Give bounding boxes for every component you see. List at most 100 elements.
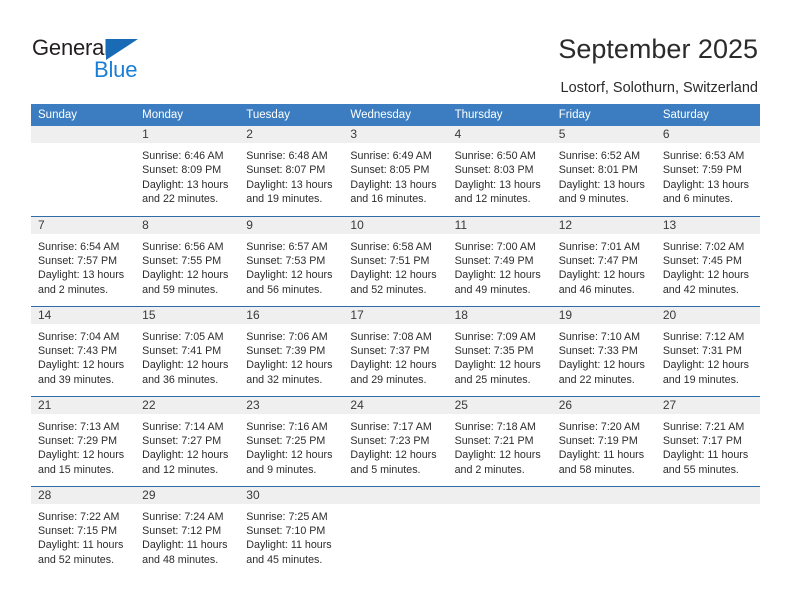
- calendar-body: 1 Sunrise: 6:46 AM Sunset: 8:09 PM Daylight…: [31, 126, 760, 576]
- sunset-text: Sunset: 7:43 PM: [38, 344, 118, 357]
- calendar-day-cell[interactable]: 8 Sunrise: 6:56 AM Sunset: 7:55 PM Daylight…: [135, 215, 240, 306]
- calendar-day-cell[interactable]: 30 Sunrise: 7:25 AM Sunset: 7:10 PM Dayligh…: [239, 485, 344, 576]
- day-number: 19: [551, 306, 656, 324]
- sunset-text: Sunset: 7:31 PM: [662, 344, 742, 357]
- sunset-text: Sunset: 7:19 PM: [558, 434, 638, 447]
- sunrise-text: Sunrise: 7:02 AM: [662, 240, 745, 253]
- day-details: Sunrise: 7:18 AM Sunset: 7:21 PM Daylight:…: [448, 414, 552, 478]
- calendar-day-cell[interactable]: 26 Sunrise: 7:20 AM Sunset: 7:19 PM Dayligh…: [551, 395, 656, 486]
- calendar-day-cell[interactable]: 19 Sunrise: 7:10 AM Sunset: 7:33 PM Dayligh…: [551, 305, 656, 396]
- daylight-text-line1: Daylight: 12 hours: [142, 359, 229, 372]
- day-number: 4: [447, 126, 552, 143]
- day-number: 24: [343, 396, 448, 414]
- calendar-day-cell[interactable]: 14 Sunrise: 7:04 AM Sunset: 7:43 PM Dayligh…: [31, 305, 136, 396]
- calendar-day-cell[interactable]: 15 Sunrise: 7:05 AM Sunset: 7:41 PM Dayligh…: [135, 305, 240, 396]
- weekday-header-wednesday: Wednesday: [343, 104, 448, 126]
- sunset-text: Sunset: 7:37 PM: [350, 344, 430, 357]
- page-header: General Blue September 2025 Lostorf, Sol…: [0, 0, 792, 104]
- weekday-header-tuesday: Tuesday: [239, 104, 344, 126]
- day-number: [447, 486, 552, 504]
- calendar-day-cell[interactable]: 11 Sunrise: 7:00 AM Sunset: 7:49 PM Dayligh…: [447, 215, 552, 306]
- daylight-text-line1: Daylight: 11 hours: [142, 539, 228, 552]
- calendar-day-cell[interactable]: 17 Sunrise: 7:08 AM Sunset: 7:37 PM Dayligh…: [343, 305, 448, 396]
- calendar-day-cell[interactable]: 18 Sunrise: 7:09 AM Sunset: 7:35 PM Dayligh…: [447, 305, 552, 396]
- calendar-day-cell[interactable]: 10 Sunrise: 6:58 AM Sunset: 7:51 PM Dayligh…: [343, 215, 448, 306]
- sunset-text: Sunset: 7:57 PM: [38, 254, 118, 267]
- day-number: 8: [135, 216, 240, 234]
- sunrise-text: Sunrise: 7:10 AM: [558, 330, 641, 343]
- daylight-text-line1: Daylight: 12 hours: [38, 359, 125, 372]
- daylight-text-line2: and 19 minutes.: [246, 193, 323, 206]
- calendar-day-cell[interactable]: 28 Sunrise: 7:22 AM Sunset: 7:15 PM Dayligh…: [31, 485, 136, 576]
- daylight-text-line1: Daylight: 12 hours: [246, 359, 333, 372]
- page-subtitle-location: Lostorf, Solothurn, Switzerland: [560, 80, 758, 96]
- daylight-text-line1: Daylight: 11 hours: [558, 449, 645, 462]
- daylight-text-line2: and 12 minutes.: [142, 463, 219, 476]
- day-details: Sunrise: 6:58 AM Sunset: 7:51 PM Daylight:…: [343, 234, 447, 298]
- day-number: [343, 486, 448, 504]
- calendar-day-cell[interactable]: 12 Sunrise: 7:01 AM Sunset: 7:47 PM Dayligh…: [551, 215, 656, 306]
- sunrise-text: Sunrise: 6:46 AM: [142, 150, 224, 162]
- daylight-text-line2: and 48 minutes.: [142, 553, 219, 566]
- sunrise-text: Sunrise: 7:16 AM: [246, 420, 328, 433]
- day-number: 20: [655, 306, 760, 324]
- calendar-day-cell[interactable]: 16 Sunrise: 7:06 AM Sunset: 7:39 PM Dayligh…: [239, 305, 344, 396]
- sunrise-text: Sunrise: 7:04 AM: [38, 330, 120, 343]
- sunset-text: Sunset: 7:45 PM: [662, 254, 742, 267]
- calendar-day-cell[interactable]: 25 Sunrise: 7:18 AM Sunset: 7:21 PM Dayligh…: [447, 395, 552, 486]
- daylight-text-line1: Daylight: 12 hours: [454, 359, 541, 372]
- sunrise-text: Sunrise: 6:53 AM: [662, 150, 745, 162]
- calendar-day-cell[interactable]: 13 Sunrise: 7:02 AM Sunset: 7:45 PM Dayligh…: [655, 215, 760, 306]
- calendar-day-cell[interactable]: 7 Sunrise: 6:54 AM Sunset: 7:57 PM Daylight…: [31, 215, 136, 306]
- sunset-text: Sunset: 7:17 PM: [662, 434, 742, 447]
- sunrise-text: Sunrise: 7:22 AM: [38, 510, 120, 523]
- calendar-day-cell[interactable]: 27 Sunrise: 7:21 AM Sunset: 7:17 PM Dayligh…: [655, 395, 760, 486]
- daylight-text-line2: and 46 minutes.: [558, 283, 635, 296]
- daylight-text-line2: and 58 minutes.: [558, 463, 635, 476]
- sunrise-text: Sunrise: 7:18 AM: [454, 420, 536, 433]
- calendar-day-cell[interactable]: 4 Sunrise: 6:50 AM Sunset: 8:03 PM Daylight…: [447, 126, 552, 216]
- daylight-text-line1: Daylight: 11 hours: [38, 539, 124, 552]
- sunrise-text: Sunrise: 6:48 AM: [246, 150, 328, 162]
- calendar-week-row: 14 Sunrise: 7:04 AM Sunset: 7:43 PM Dayligh…: [31, 305, 760, 396]
- daylight-text-line2: and 59 minutes.: [142, 283, 219, 296]
- day-number: 2: [239, 126, 344, 143]
- calendar-day-cell[interactable]: 23 Sunrise: 7:16 AM Sunset: 7:25 PM Dayligh…: [239, 395, 344, 486]
- day-details: Sunrise: 7:00 AM Sunset: 7:49 PM Daylight:…: [448, 234, 552, 298]
- day-number: 12: [551, 216, 656, 234]
- sunrise-text: Sunrise: 7:20 AM: [558, 420, 641, 433]
- daylight-text-line2: and 2 minutes.: [38, 283, 109, 296]
- sunset-text: Sunset: 7:25 PM: [246, 434, 326, 447]
- calendar-day-cell[interactable]: 21 Sunrise: 7:13 AM Sunset: 7:29 PM Dayligh…: [31, 395, 136, 486]
- calendar-day-cell[interactable]: 24 Sunrise: 7:17 AM Sunset: 7:23 PM Dayligh…: [343, 395, 448, 486]
- sunset-text: Sunset: 8:07 PM: [246, 164, 326, 177]
- sunrise-text: Sunrise: 7:12 AM: [662, 330, 745, 343]
- sunset-text: Sunset: 8:01 PM: [558, 164, 638, 177]
- calendar-day-cell[interactable]: 22 Sunrise: 7:14 AM Sunset: 7:27 PM Dayligh…: [135, 395, 240, 486]
- daylight-text-line1: Daylight: 11 hours: [662, 449, 749, 462]
- calendar-day-cell[interactable]: 5 Sunrise: 6:52 AM Sunset: 8:01 PM Daylight…: [551, 126, 656, 216]
- day-number: 27: [655, 396, 760, 414]
- day-number: 11: [447, 216, 552, 234]
- day-details: Sunrise: 6:54 AM Sunset: 7:57 PM Daylight:…: [31, 234, 135, 298]
- calendar-day-cell[interactable]: 6 Sunrise: 6:53 AM Sunset: 7:59 PM Daylight…: [655, 126, 760, 216]
- sunrise-text: Sunrise: 7:01 AM: [558, 240, 641, 253]
- calendar-header-row: Sunday Monday Tuesday Wednesday Thursday…: [31, 104, 760, 126]
- day-number: [551, 486, 656, 504]
- calendar-day-cell[interactable]: 29 Sunrise: 7:24 AM Sunset: 7:12 PM Dayligh…: [135, 485, 240, 576]
- daylight-text-line1: Daylight: 13 hours: [350, 178, 437, 191]
- daylight-text-line1: Daylight: 13 hours: [662, 178, 749, 191]
- sunset-text: Sunset: 7:15 PM: [38, 524, 118, 537]
- daylight-text-line1: Daylight: 13 hours: [38, 269, 125, 282]
- daylight-text-line1: Daylight: 13 hours: [454, 178, 541, 191]
- calendar-day-cell[interactable]: 9 Sunrise: 6:57 AM Sunset: 7:53 PM Daylight…: [239, 215, 344, 306]
- sunrise-text: Sunrise: 6:52 AM: [558, 150, 641, 162]
- calendar-day-cell[interactable]: 1 Sunrise: 6:46 AM Sunset: 8:09 PM Daylight…: [135, 126, 240, 216]
- daylight-text-line2: and 52 minutes.: [38, 553, 115, 566]
- calendar-day-cell[interactable]: 2 Sunrise: 6:48 AM Sunset: 8:07 PM Daylight…: [239, 126, 344, 216]
- calendar-day-cell[interactable]: 20 Sunrise: 7:12 AM Sunset: 7:31 PM Dayligh…: [655, 305, 760, 396]
- day-details: Sunrise: 7:22 AM Sunset: 7:15 PM Daylight:…: [31, 504, 135, 568]
- calendar-day-cell[interactable]: 3 Sunrise: 6:49 AM Sunset: 8:05 PM Daylight…: [343, 126, 448, 216]
- sunset-text: Sunset: 7:29 PM: [38, 434, 118, 447]
- day-number: 28: [31, 486, 136, 504]
